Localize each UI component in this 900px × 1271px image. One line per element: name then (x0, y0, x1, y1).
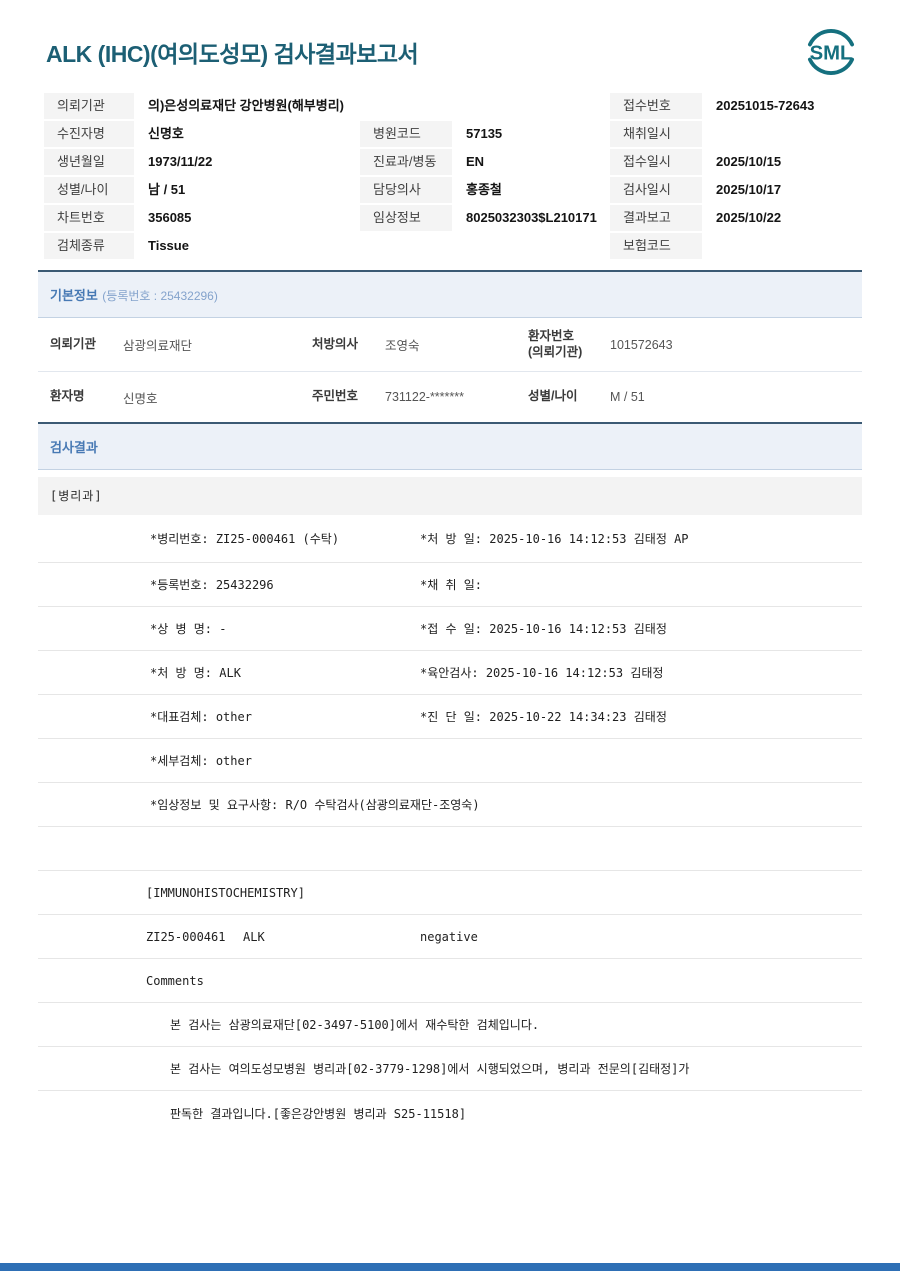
result-field: *등록번호: 25432296 (150, 578, 274, 592)
result-field: *접 수 일: 2025-10-16 14:12:53 김태정 (420, 622, 667, 636)
result-field: *임상정보 및 요구사항: R/O 수탁검사(삼광의료재단-조영숙) (150, 798, 480, 812)
result-row: 본 검사는 여의도성모병원 병리과[02-3779-1298]에서 시행되었으며… (38, 1047, 862, 1091)
test-name: ALK (243, 929, 265, 944)
field-value: 8025032303$L210171 (466, 210, 597, 225)
field-label: 담당의사 (360, 177, 452, 203)
result-field: *세부검체: other (150, 754, 252, 768)
test-result-value: negative (420, 929, 478, 944)
field-value: 신명호 (123, 391, 158, 406)
result-row: 판독한 결과입니다.[좋은강안병원 병리과 S25-11518] (38, 1091, 862, 1135)
basic-info-section: 기본정보 (등록번호 : 25432296) 의뢰기관 삼광의료재단 처방의사 … (38, 270, 862, 422)
field-value: 2025/10/22 (716, 210, 782, 225)
field-value: 남 / 51 (148, 182, 186, 197)
field-value: 2025/10/15 (716, 154, 782, 169)
field-value: 삼광의료재단 (123, 339, 193, 353)
field-label: 접수번호 (610, 93, 702, 119)
result-row: Comments (38, 959, 862, 1003)
field-label: 성별/나이 (528, 389, 578, 404)
field-label: 처방의사 (312, 336, 359, 351)
sml-logo-icon: SML (807, 29, 855, 75)
result-field: *대표검체: other (150, 710, 252, 724)
result-row: *처 방 명: ALK *육안검사: 2025-10-16 14:12:53 김… (38, 651, 862, 695)
comment-line: 판독한 결과입니다.[좋은강안병원 병리과 S25-11518] (170, 1106, 467, 1121)
result-field: [IMMUNOHISTOCHEMISTRY] (146, 885, 305, 900)
result-row: 본 검사는 삼광의료재단[02-3497-5100]에서 재수탁한 검체입니다. (38, 1003, 862, 1047)
field-value: Tissue (148, 238, 189, 253)
section-title: 검사결과 (50, 440, 98, 455)
field-label: 검체종류 (44, 233, 134, 259)
field-value: EN (466, 154, 485, 169)
basic-info-row: 환자명 신명호 주민번호 731122-******* 성별/나이 M / 51 (38, 372, 862, 422)
field-label: 의뢰기관 (50, 336, 97, 351)
sml-logo: SML (802, 24, 860, 80)
result-field: *채 취 일: (420, 578, 483, 592)
result-row: ZI25-000461 ALK negative (38, 915, 862, 959)
field-label: 주민번호 (312, 389, 359, 404)
department-row: [병리과] (38, 477, 862, 515)
specimen-id: ZI25-000461 (146, 929, 226, 944)
registration-number: (등록번호 : 25432296) (102, 289, 218, 303)
test-results-section: 검사결과 [병리과] *병리번호: ZI25-000461 (수탁) *처 방 … (38, 422, 862, 1135)
footer-bar (0, 1263, 900, 1271)
result-field: *처 방 일: 2025-10-16 14:12:53 김태정 AP (420, 532, 689, 546)
field-label: 진료과/병동 (360, 149, 452, 175)
field-label: 결과보고 (610, 205, 702, 231)
result-row: *세부검체: other (38, 739, 862, 783)
result-row: [IMMUNOHISTOCHEMISTRY] (38, 871, 862, 915)
result-row: *상 병 명: - *접 수 일: 2025-10-16 14:12:53 김태… (38, 607, 862, 651)
comment-line: 본 검사는 삼광의료재단[02-3497-5100]에서 재수탁한 검체입니다. (170, 1018, 540, 1032)
field-value: 2025/10/17 (716, 182, 782, 197)
result-field: Comments (146, 973, 204, 988)
field-label: 채취일시 (610, 121, 702, 147)
result-row: *병리번호: ZI25-000461 (수탁) *처 방 일: 2025-10-… (38, 515, 862, 563)
basic-info-row: 의뢰기관 삼광의료재단 처방의사 조영숙 환자번호 (의뢰기관) 1015726… (38, 318, 862, 372)
field-label: 생년월일 (44, 149, 134, 175)
result-field: *처 방 명: ALK (150, 666, 241, 680)
field-value: 신명호 (148, 126, 184, 141)
field-value: 20251015-72643 (716, 98, 815, 113)
report-header: ALK (IHC)(여의도성모) 검사결과보고서 SML (38, 0, 862, 80)
field-label: 병원코드 (360, 121, 452, 147)
result-row: *등록번호: 25432296 *채 취 일: (38, 563, 862, 607)
field-label: 환자명 (50, 389, 85, 404)
basic-info-header: 기본정보 (등록번호 : 25432296) (38, 270, 862, 318)
field-value: 101572643 (610, 337, 673, 352)
field-label: 환자번호 (의뢰기관) (528, 328, 583, 359)
section-title: 기본정보 (50, 288, 98, 303)
field-value: 의)은성의료재단 강안병원(해부병리) (148, 98, 344, 113)
result-row: *임상정보 및 요구사항: R/O 수탁검사(삼광의료재단-조영숙) (38, 783, 862, 827)
field-label: 수진자명 (44, 121, 134, 147)
field-value: 57135 (466, 126, 503, 141)
field-label: 성별/나이 (44, 177, 134, 203)
field-value: 조영숙 (385, 339, 420, 353)
field-label: 의뢰기관 (44, 93, 134, 119)
field-value: 356085 (148, 210, 192, 225)
field-label: 차트번호 (44, 205, 134, 231)
svg-text:SML: SML (810, 43, 853, 65)
test-results-header: 검사결과 (38, 422, 862, 470)
report-page: ALK (IHC)(여의도성모) 검사결과보고서 SML 의뢰기관 의)은성의료… (0, 0, 900, 1271)
field-value: 731122-******* (385, 390, 464, 404)
patient-info-table: 의뢰기관 의)은성의료재단 강안병원(해부병리) 접수번호 20251015-7… (44, 93, 862, 259)
page-title: ALK (IHC)(여의도성모) 검사결과보고서 (46, 41, 419, 67)
result-field: *상 병 명: - (150, 622, 227, 636)
field-value: 홍종철 (466, 182, 502, 197)
field-label: 접수일시 (610, 149, 702, 175)
result-row-empty (38, 827, 862, 871)
field-value: M / 51 (610, 390, 645, 404)
field-value (702, 121, 862, 147)
field-value: 1973/11/22 (148, 154, 213, 169)
field-label: 보험코드 (610, 233, 702, 259)
field-value (702, 233, 862, 259)
field-label: 임상정보 (360, 205, 452, 231)
result-row: *대표검체: other *진 단 일: 2025-10-22 14:34:23… (38, 695, 862, 739)
result-field: *진 단 일: 2025-10-22 14:34:23 김태정 (420, 710, 667, 724)
comment-line: 본 검사는 여의도성모병원 병리과[02-3779-1298]에서 시행되었으며… (170, 1062, 690, 1076)
result-field: *병리번호: ZI25-000461 (수탁) (150, 532, 340, 546)
field-label: 검사일시 (610, 177, 702, 203)
result-field: *육안검사: 2025-10-16 14:12:53 김태정 (420, 666, 664, 680)
